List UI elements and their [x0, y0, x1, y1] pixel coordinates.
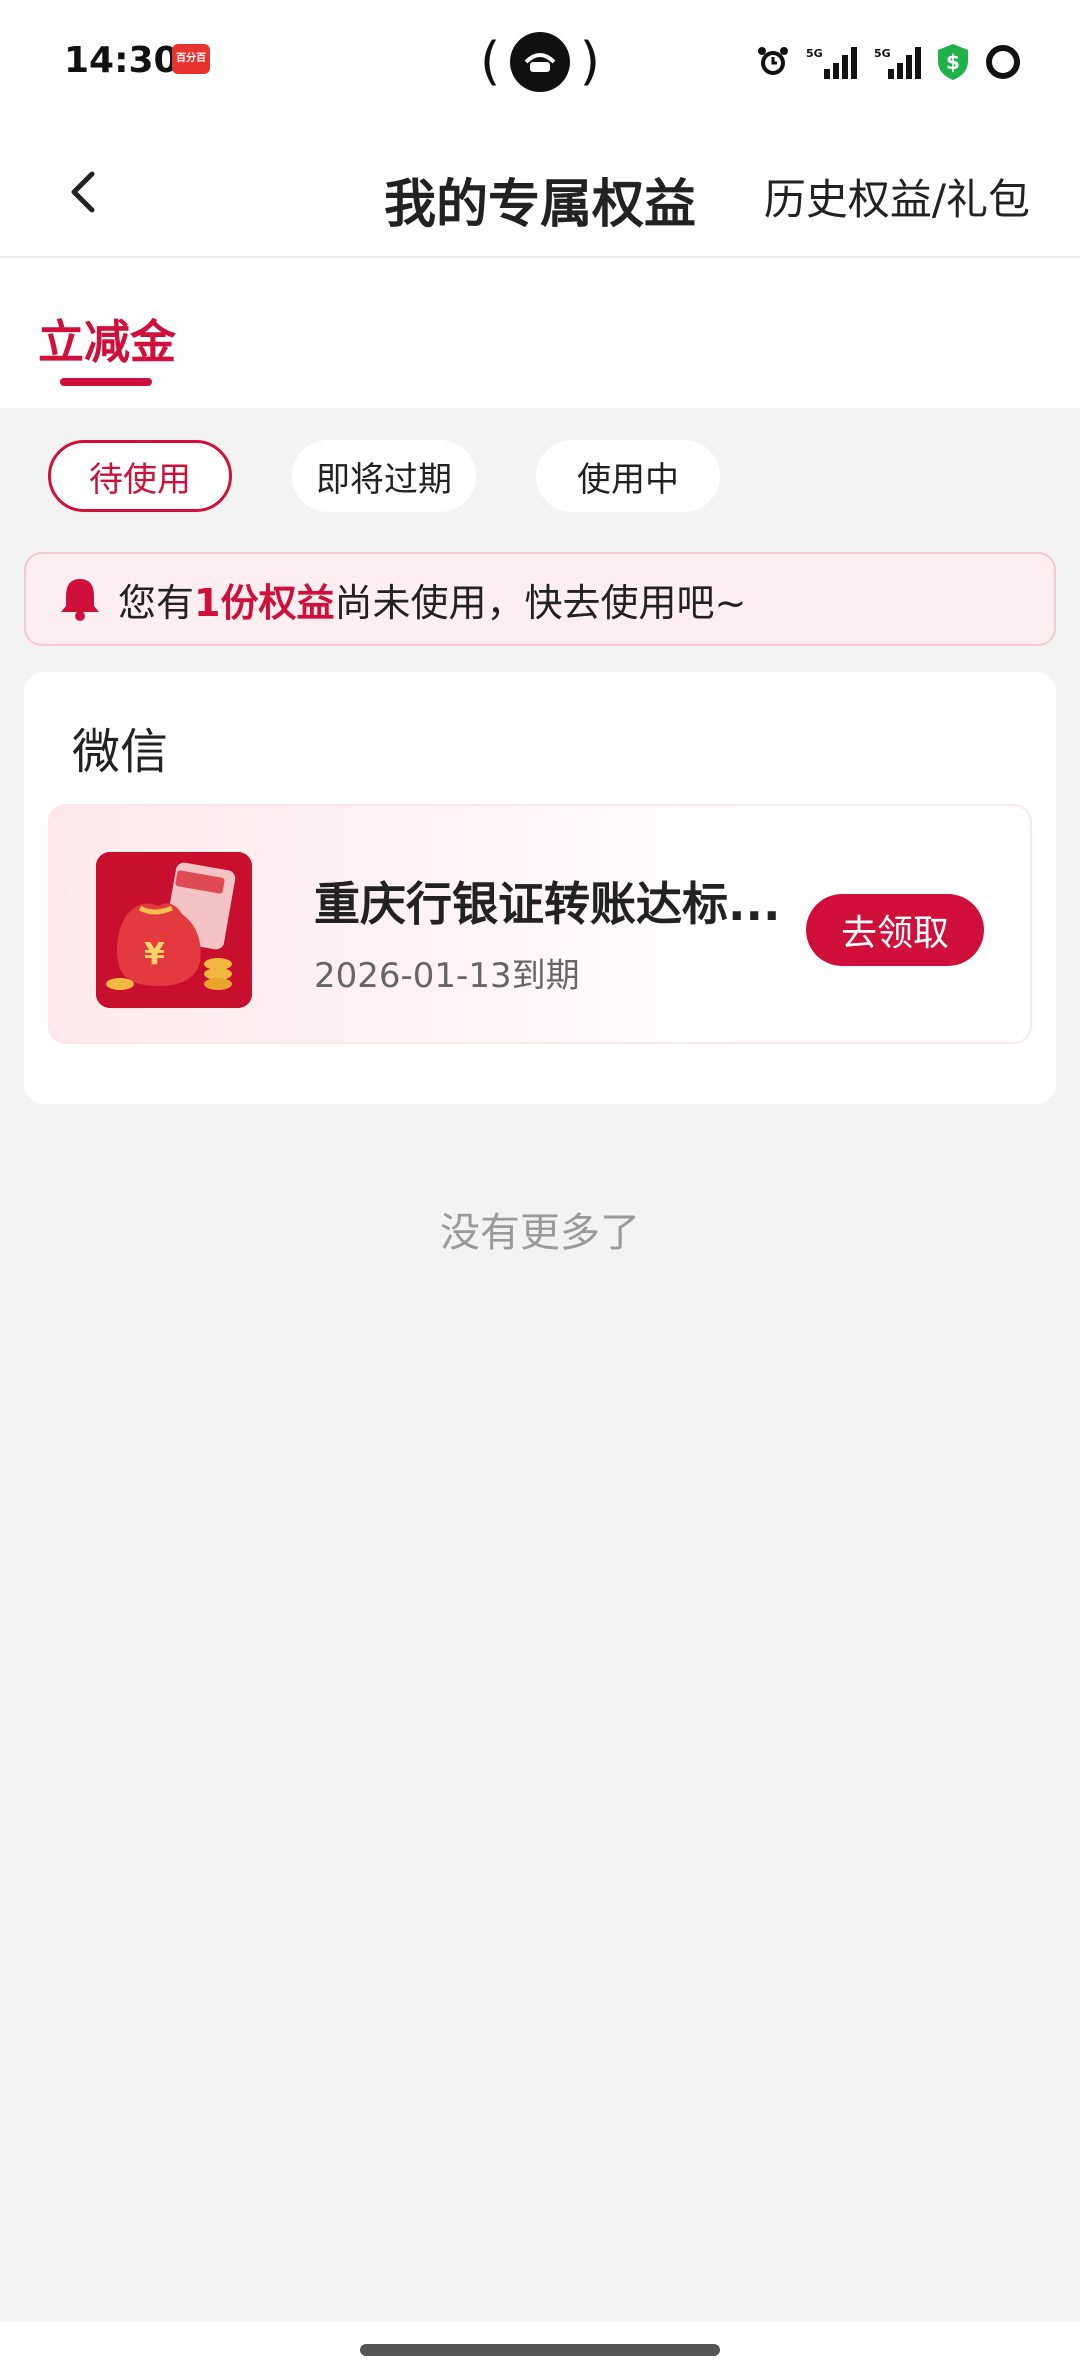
no-more-text: 没有更多了 — [440, 1210, 640, 1256]
notice-highlight: 1份权益 — [194, 580, 335, 625]
right-bracket-icon: ) — [579, 32, 600, 92]
status-time: 14:30 — [64, 40, 179, 81]
coupon-title: 重庆行银证转账达标... — [314, 877, 781, 931]
page: 14:30 百分百 ( ) 5G 5G $ 我的专属权益 历史权益/礼包 立减金… — [0, 0, 1080, 2376]
tab-bar: 立减金 — [0, 258, 1080, 408]
svg-text:$: $ — [946, 50, 960, 74]
filter-chip-expiring[interactable]: 即将过期 — [292, 440, 476, 512]
system-nav-bar — [0, 2322, 1080, 2376]
coupon-card[interactable]: ¥ 重庆行银证转账达标... 2026-01-13到期 去领取 — [48, 804, 1032, 1044]
svg-text:¥: ¥ — [144, 937, 165, 972]
filter-chips: 待使用 即将过期 使用中 — [48, 440, 720, 512]
bell-icon — [58, 574, 108, 624]
hotspot-icon — [510, 32, 570, 92]
history-link[interactable]: 历史权益/礼包 — [764, 166, 1030, 227]
status-bar: 14:30 百分百 ( ) 5G 5G $ — [0, 0, 1080, 128]
svg-text:5G: 5G — [874, 47, 891, 60]
alarm-icon — [756, 45, 790, 79]
coupon-expiry: 2026-01-13到期 — [314, 956, 580, 996]
tab-instant-discount[interactable]: 立减金 — [38, 306, 176, 372]
svg-text:5G: 5G — [806, 47, 823, 60]
tab-indicator — [60, 378, 152, 386]
filter-chip-pending[interactable]: 待使用 — [48, 440, 232, 512]
signal-5g-icon: 5G — [804, 45, 860, 79]
app-notification-icon: 百分百 — [172, 44, 210, 74]
claim-button[interactable]: 去领取 — [806, 894, 984, 966]
camera-cutout: ( ) — [480, 30, 600, 94]
status-icons: 5G 5G $ — [756, 42, 1022, 82]
wechat-section: 微信 ¥ 重庆行银证转账达标... 2026-01-13到期 去领取 — [24, 672, 1056, 1104]
shield-dollar-icon: $ — [936, 43, 970, 81]
notice-suffix: 尚未使用，快去使用吧~ — [334, 580, 747, 625]
signal-5g-icon: 5G — [874, 45, 922, 79]
section-title: 微信 — [72, 724, 169, 780]
left-bracket-icon: ( — [480, 32, 501, 92]
header: 我的专属权益 历史权益/礼包 — [0, 128, 1080, 258]
battery-ring-icon — [984, 43, 1022, 81]
filter-chip-in-use[interactable]: 使用中 — [536, 440, 720, 512]
red-packet-icon: ¥ — [96, 852, 252, 1008]
notice-banner: 您有 1份权益 尚未使用，快去使用吧~ — [24, 552, 1056, 646]
notice-prefix: 您有 — [118, 580, 195, 625]
home-indicator[interactable] — [360, 2344, 720, 2356]
